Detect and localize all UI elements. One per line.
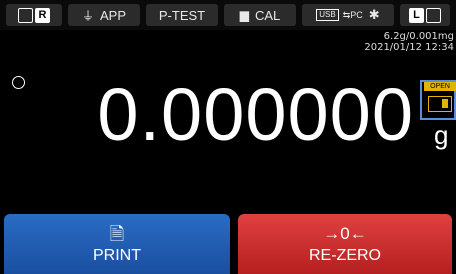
stability-indicator-icon [12, 76, 25, 89]
range-checkbox [18, 7, 33, 23]
print-label: PRINT [93, 247, 141, 264]
level-checkbox [426, 7, 441, 23]
level-label: L [409, 7, 424, 23]
interface-status[interactable]: USB ⇆PC ✱ [302, 4, 394, 26]
weight-readout: 0.000000 [97, 73, 414, 156]
usb-icon: USB [316, 9, 339, 21]
bluetooth-icon: ✱ [368, 7, 380, 22]
pc-connection-icon: ⇆PC [342, 9, 363, 20]
cal-label: CAL [254, 7, 281, 23]
rezero-label: RE-ZERO [309, 247, 381, 264]
door-open-label: OPEN [424, 82, 456, 91]
weight-unit: g [434, 120, 449, 150]
status-bar: R ⏚ APP P-TEST ▆ CAL USB ⇆PC ✱ L [0, 0, 456, 30]
draft-shield-door-button[interactable]: OPEN [420, 80, 456, 120]
app-icon: ⏚ [81, 8, 94, 23]
pc-label: PC [350, 9, 363, 20]
ptest-label: P-TEST [158, 7, 206, 23]
door-open-icon [428, 96, 452, 112]
date-time: 2021/01/12 12:34 [364, 42, 454, 53]
cal-button[interactable]: ▆ CAL [224, 4, 296, 26]
rezero-icon: →0← [323, 224, 367, 243]
weight-icon: ▆ [239, 8, 249, 22]
range-mode-indicator[interactable]: R [6, 4, 62, 26]
app-button[interactable]: ⏚ APP [68, 4, 140, 26]
print-button[interactable]: 🗎 PRINT [4, 214, 230, 274]
range-mode-label: R [35, 7, 50, 23]
app-label: APP [100, 7, 127, 23]
level-indicator[interactable]: L [400, 4, 450, 26]
ptest-button[interactable]: P-TEST [146, 4, 218, 26]
rezero-button[interactable]: →0← RE-ZERO [238, 214, 452, 274]
capacity-readability: 6.2g/0.001mg [383, 31, 454, 42]
printer-icon: 🗎 [109, 224, 125, 244]
